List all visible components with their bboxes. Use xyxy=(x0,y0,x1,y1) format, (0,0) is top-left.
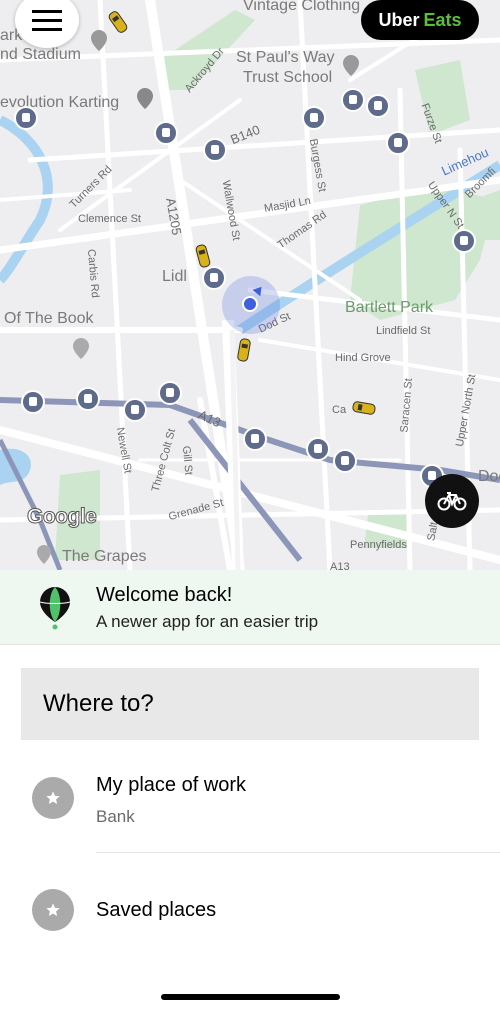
map-label: Trust School xyxy=(243,69,333,86)
poi-pin-icon xyxy=(137,88,153,109)
hamburger-icon xyxy=(32,10,62,31)
bus-stop-icon[interactable] xyxy=(76,387,100,411)
school-pin-icon xyxy=(343,55,359,76)
bus-stop-icon[interactable] xyxy=(203,138,227,162)
bus-stop-icon[interactable] xyxy=(154,121,178,145)
map-label: Pennyfields xyxy=(350,539,407,551)
place-title[interactable]: My place of work xyxy=(96,774,246,797)
map-view[interactable]: ark nd Stadium Vintage Clothing St Paul'… xyxy=(0,0,500,570)
bus-stop-icon[interactable] xyxy=(21,390,45,414)
map-label: Doc xyxy=(478,468,500,485)
bus-stop-icon[interactable] xyxy=(158,381,182,405)
divider xyxy=(96,852,500,853)
map-label: Gill St xyxy=(179,445,195,476)
bus-stop-icon[interactable] xyxy=(302,106,326,130)
star-icon xyxy=(46,903,60,916)
bus-stop-icon[interactable] xyxy=(14,106,38,130)
uber-eats-word2: Eats xyxy=(423,9,462,30)
google-logo: Google xyxy=(26,505,97,529)
bus-stop-icon[interactable] xyxy=(202,266,226,290)
welcome-banner[interactable] xyxy=(0,570,500,645)
map-label: St Paul's Way xyxy=(236,49,335,66)
map-label: A13 xyxy=(330,561,350,571)
banner-subtitle: A newer app for an easier trip xyxy=(96,612,319,631)
bus-stop-icon[interactable] xyxy=(243,427,267,451)
uber-eats-word1: Uber xyxy=(378,9,420,30)
bicycle-icon xyxy=(437,492,467,511)
uber-eats-button[interactable]: Uber Eats xyxy=(361,0,479,40)
bus-stop-icon[interactable] xyxy=(306,437,330,461)
map-pin-logo-icon xyxy=(39,587,71,630)
home-indicator xyxy=(161,994,340,1000)
bus-stop-icon[interactable] xyxy=(123,398,147,422)
star-icon xyxy=(46,791,60,804)
where-to-search[interactable]: Where to? xyxy=(21,668,479,740)
banner-title: Welcome back! xyxy=(96,584,233,606)
saved-place-icon[interactable] xyxy=(32,889,74,931)
map-label: Lindfield St xyxy=(376,325,431,337)
where-to-label: Where to? xyxy=(43,690,154,717)
map-label: Bartlett Park xyxy=(345,299,434,316)
current-location-dot xyxy=(242,296,258,312)
bus-stop-icon[interactable] xyxy=(452,229,476,253)
poi-pin-icon xyxy=(37,545,51,564)
map-label: Clemence St xyxy=(78,213,141,225)
bus-stop-icon[interactable] xyxy=(341,88,365,112)
bus-stop-icon[interactable] xyxy=(333,449,357,473)
saved-place-icon[interactable] xyxy=(32,777,74,819)
bike-button[interactable] xyxy=(425,474,479,528)
place-subtitle: Bank xyxy=(96,807,135,826)
map-label: Vintage Clothing xyxy=(243,0,361,14)
bus-stop-icon[interactable] xyxy=(366,94,390,118)
poi-pin-icon xyxy=(73,338,89,359)
map-label: Lidl xyxy=(162,268,187,285)
bus-stop-icon[interactable] xyxy=(386,131,410,155)
map-label: The Grapes xyxy=(62,548,147,565)
map-label: Ca xyxy=(332,404,347,416)
map-label: Of The Book xyxy=(4,310,94,327)
place-title[interactable]: Saved places xyxy=(96,899,216,922)
map-label: Hind Grove xyxy=(335,352,391,364)
poi-pin-icon xyxy=(91,30,107,51)
map-label: nd Stadium xyxy=(0,46,81,63)
